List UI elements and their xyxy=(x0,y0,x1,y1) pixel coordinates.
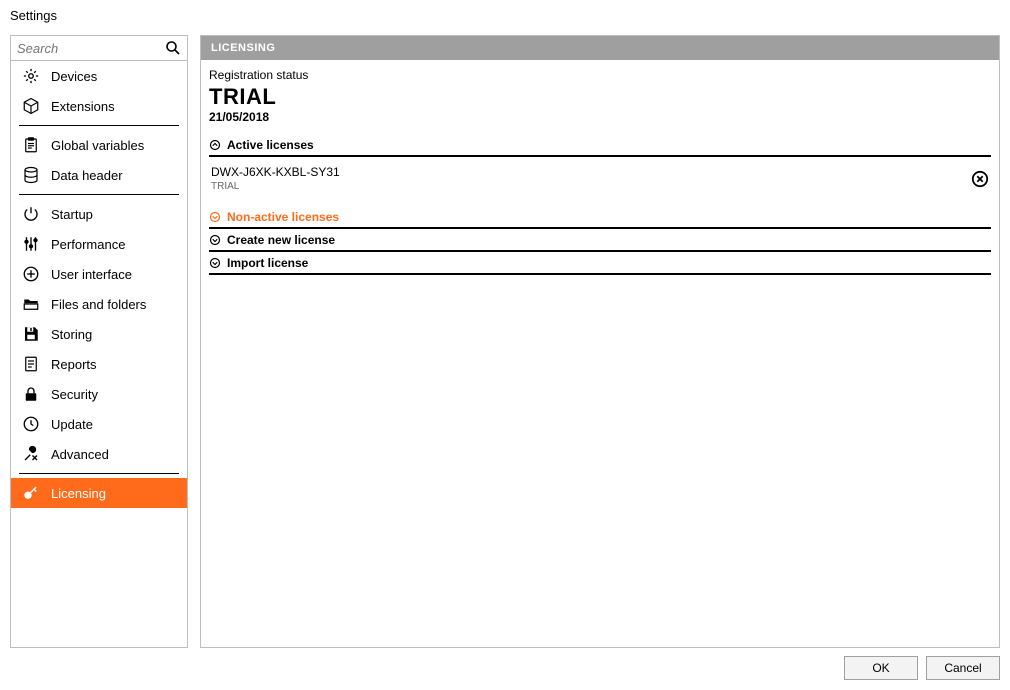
window-body: Devices Extensions xyxy=(0,27,1010,690)
content-body: Registration status TRIAL 21/05/2018 Act… xyxy=(201,60,999,283)
sidebar-item-label: Reports xyxy=(51,357,97,372)
section-title: Create new license xyxy=(227,233,335,247)
content-header: LICENSING xyxy=(201,36,999,60)
tools-icon xyxy=(21,445,41,463)
section-nonactive-licenses[interactable]: Non-active licenses xyxy=(209,206,991,229)
remove-license-button[interactable] xyxy=(971,170,989,188)
sidebar-item-label: Storing xyxy=(51,327,92,342)
license-info: DWX-J6XK-KXBL-SY31 TRIAL xyxy=(211,165,340,192)
sidebar-item-label: Extensions xyxy=(51,99,115,114)
sidebar-item-licensing[interactable]: Licensing xyxy=(11,478,187,508)
folder-icon xyxy=(21,295,41,313)
section-title: Import license xyxy=(227,256,308,270)
cancel-button[interactable]: Cancel xyxy=(926,656,1000,680)
sidebar-item-label: Startup xyxy=(51,207,93,222)
window-title: Settings xyxy=(0,0,1010,27)
sidebar-item-label: Security xyxy=(51,387,98,402)
section-active-body: DWX-J6XK-KXBL-SY31 TRIAL xyxy=(209,157,991,206)
document-icon xyxy=(21,355,41,373)
content-panel: LICENSING Registration status TRIAL 21/0… xyxy=(200,35,1000,648)
sidebar-item-label: Files and folders xyxy=(51,297,146,312)
sidebar-item-label: Update xyxy=(51,417,93,432)
search-wrap xyxy=(11,36,187,61)
sidebar-item-data-header[interactable]: Data header xyxy=(11,160,187,190)
key-icon xyxy=(21,484,41,502)
registration-status-date: 21/05/2018 xyxy=(209,110,991,124)
sidebar-item-storing[interactable]: Storing xyxy=(11,319,187,349)
sidebar-item-global-variables[interactable]: Global variables xyxy=(11,130,187,160)
section-create-license[interactable]: Create new license xyxy=(209,229,991,252)
save-icon xyxy=(21,325,41,343)
sidebar-item-advanced[interactable]: Advanced xyxy=(11,439,187,469)
refresh-icon xyxy=(21,415,41,433)
license-tag: TRIAL xyxy=(211,181,340,192)
chevron-down-icon xyxy=(209,211,221,223)
sidebar-item-devices[interactable]: Devices xyxy=(11,61,187,91)
close-circle-icon xyxy=(971,170,989,188)
chevron-down-icon xyxy=(209,234,221,246)
database-icon xyxy=(21,166,41,184)
sidebar-divider xyxy=(19,194,179,195)
sidebar-item-label: Advanced xyxy=(51,447,109,462)
sidebar-item-security[interactable]: Security xyxy=(11,379,187,409)
main-row: Devices Extensions xyxy=(10,35,1000,648)
sidebar-item-label: Licensing xyxy=(51,486,106,501)
power-icon xyxy=(21,205,41,223)
sidebar-item-files-and-folders[interactable]: Files and folders xyxy=(11,289,187,319)
monitor-icon xyxy=(21,265,41,283)
cube-icon xyxy=(21,97,41,115)
sidebar-item-update[interactable]: Update xyxy=(11,409,187,439)
sidebar-item-user-interface[interactable]: User interface xyxy=(11,259,187,289)
sidebar-item-label: Global variables xyxy=(51,138,144,153)
sliders-icon xyxy=(21,235,41,253)
section-title: Non-active licenses xyxy=(227,210,339,224)
license-row: DWX-J6XK-KXBL-SY31 TRIAL xyxy=(209,159,991,196)
section-title: Active licenses xyxy=(227,138,314,152)
ok-button[interactable]: OK xyxy=(844,656,918,680)
section-active-licenses[interactable]: Active licenses xyxy=(209,134,991,157)
sidebar-item-reports[interactable]: Reports xyxy=(11,349,187,379)
sidebar-item-performance[interactable]: Performance xyxy=(11,229,187,259)
settings-window: Settings xyxy=(0,0,1010,690)
gear-icon xyxy=(21,67,41,85)
footer: OK Cancel xyxy=(10,648,1000,680)
section-import-license[interactable]: Import license xyxy=(209,252,991,275)
sidebar-item-label: Performance xyxy=(51,237,125,252)
registration-status-value: TRIAL xyxy=(209,84,991,110)
sidebar-item-extensions[interactable]: Extensions xyxy=(11,91,187,121)
license-key: DWX-J6XK-KXBL-SY31 xyxy=(211,165,340,179)
search-icon[interactable] xyxy=(165,40,181,56)
sidebar-item-startup[interactable]: Startup xyxy=(11,199,187,229)
search-input[interactable] xyxy=(11,36,187,60)
chevron-down-icon xyxy=(209,257,221,269)
sidebar-item-label: Data header xyxy=(51,168,123,183)
sidebar-divider xyxy=(19,473,179,474)
sidebar-item-label: Devices xyxy=(51,69,97,84)
sidebar-nav: Devices Extensions xyxy=(11,61,187,647)
chevron-up-icon xyxy=(209,139,221,151)
registration-status-label: Registration status xyxy=(209,68,991,82)
sidebar-item-label: User interface xyxy=(51,267,132,282)
lock-icon xyxy=(21,385,41,403)
sidebar: Devices Extensions xyxy=(10,35,188,648)
sidebar-divider xyxy=(19,125,179,126)
clipboard-icon xyxy=(21,136,41,154)
